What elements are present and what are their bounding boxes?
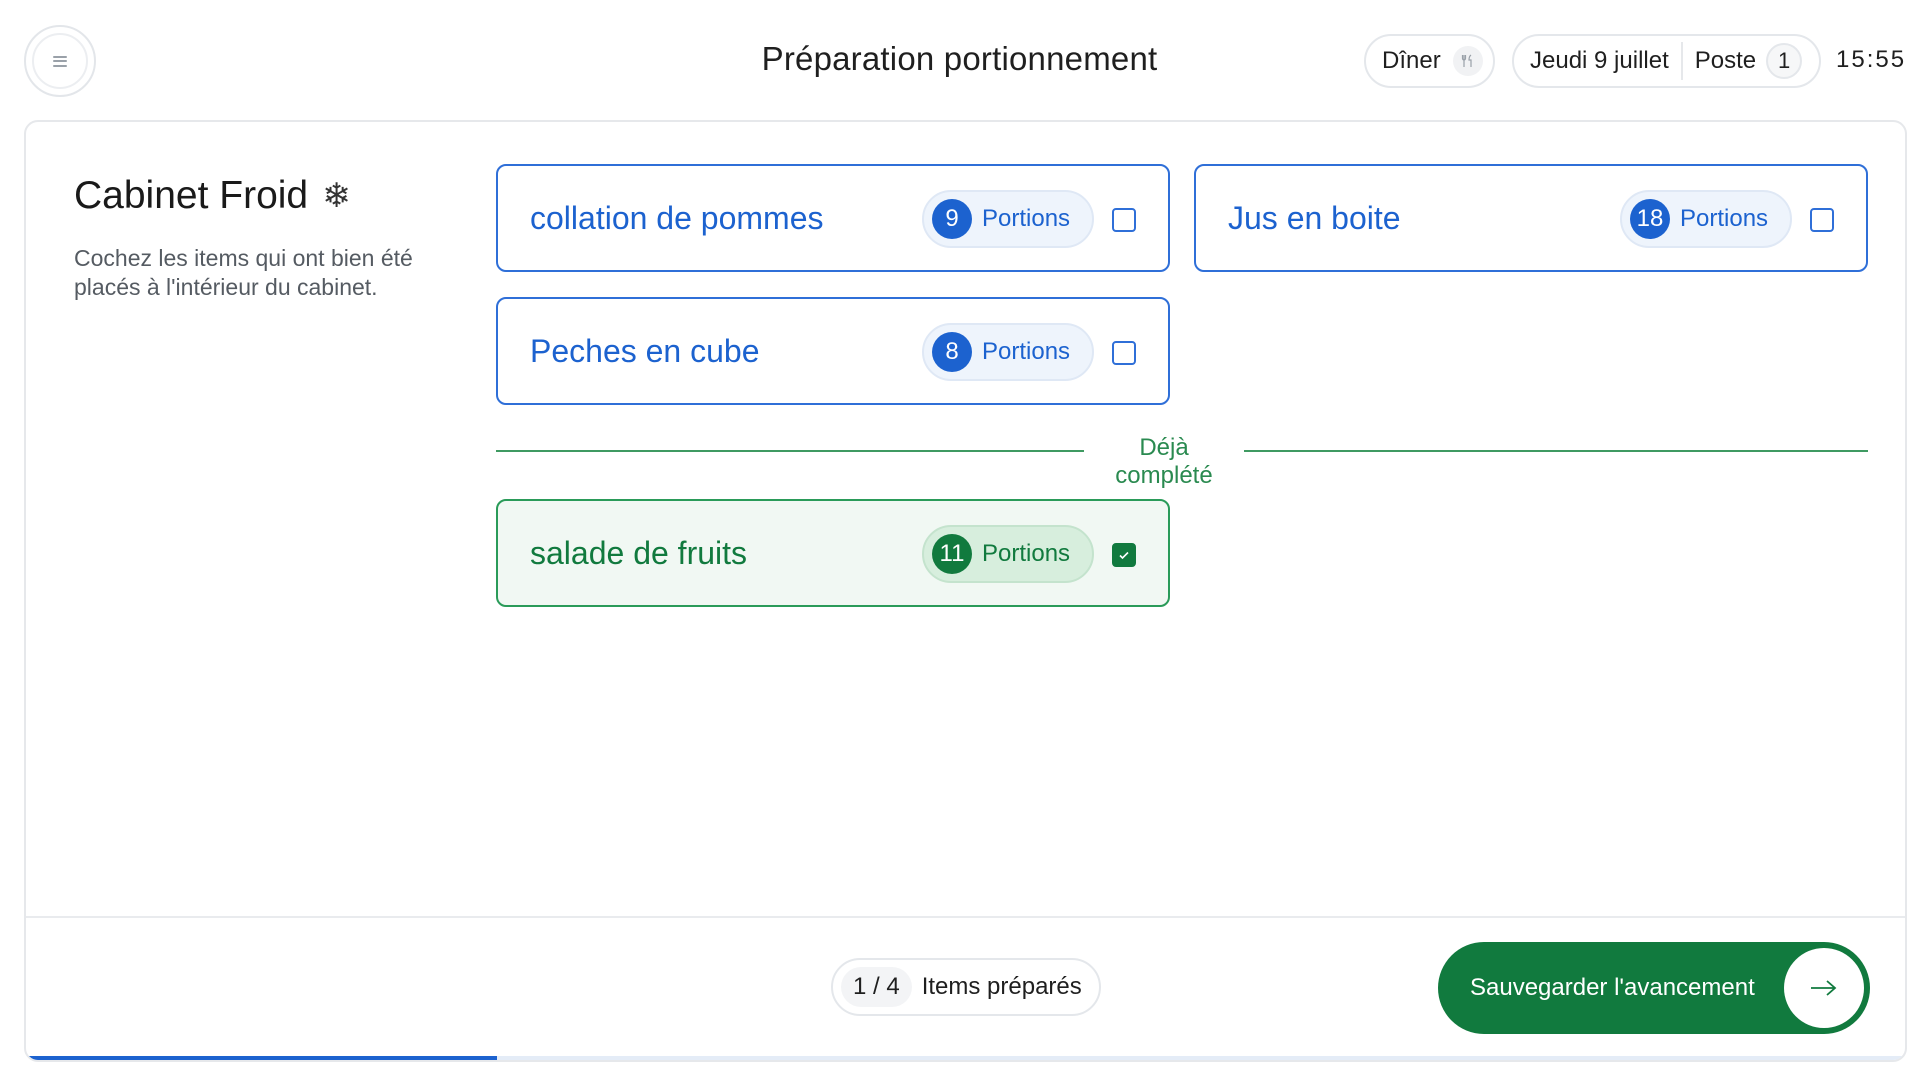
checkmark-icon <box>1119 551 1129 560</box>
date-poste-selector[interactable]: Jeudi 9 juillet Poste 1 <box>1512 34 1821 88</box>
save-progress-button[interactable]: Sauvegarder l'avancement <box>1438 942 1870 1034</box>
meal-label: Dîner <box>1382 47 1441 74</box>
clock: 15:55 <box>1836 46 1907 73</box>
progress-label: Items préparés <box>921 973 1082 1000</box>
item-checkbox[interactable] <box>1810 208 1834 232</box>
item-card-jus-en-boite[interactable]: Jus en boite 18 Portions <box>1194 164 1868 272</box>
completed-divider-label: Déjà complété <box>1115 434 1213 489</box>
portions-count: 8 <box>932 332 972 372</box>
progress-bar <box>26 1056 1905 1060</box>
meal-selector[interactable]: Dîner <box>1364 34 1495 88</box>
divider-line-left <box>496 450 1084 452</box>
date-label: Jeudi 9 juillet <box>1530 47 1669 74</box>
arrow-right-icon <box>1784 948 1864 1028</box>
section-title: Cabinet Froid ❄ <box>74 174 351 218</box>
section-title-text: Cabinet Froid <box>74 174 309 217</box>
item-name: salade de fruits <box>530 535 748 571</box>
save-button-label: Sauvegarder l'avancement <box>1470 974 1755 1001</box>
item-name: Jus en boite <box>1228 200 1401 236</box>
progress-bar-fill <box>26 1056 497 1060</box>
portions-label: Portions <box>982 338 1071 365</box>
portions-badge: 8 Portions <box>922 323 1094 381</box>
poste-label: Poste <box>1694 47 1757 74</box>
item-name: collation de pommes <box>530 200 824 236</box>
portions-badge: 11 Portions <box>922 525 1094 583</box>
portions-badge: 9 Portions <box>922 190 1094 248</box>
item-card-collation-de-pommes[interactable]: collation de pommes 9 Portions <box>496 164 1170 272</box>
pill-divider <box>1680 42 1683 80</box>
progress-summary: 1 / 4 Items préparés <box>831 958 1101 1016</box>
portions-count: 18 <box>1630 199 1670 239</box>
fork-knife-icon <box>1452 46 1483 76</box>
main-card: Cabinet Froid ❄ Cochez les items qui ont… <box>24 120 1907 1062</box>
section-description: Cochez les items qui ont bien été placés… <box>74 245 413 300</box>
progress-count: 1 / 4 <box>841 967 912 1007</box>
item-checkbox-checked[interactable] <box>1112 543 1136 567</box>
item-card-peches-en-cube[interactable]: Peches en cube 8 Portions <box>496 297 1170 405</box>
portions-badge: 18 Portions <box>1620 190 1792 248</box>
snowflake-icon: ❄ <box>322 177 351 215</box>
item-name: Peches en cube <box>530 333 760 369</box>
footer-separator <box>26 916 1905 918</box>
portions-label: Portions <box>982 540 1071 567</box>
portions-count: 9 <box>932 199 972 239</box>
item-card-salade-de-fruits[interactable]: salade de fruits 11 Portions <box>496 499 1170 607</box>
portions-label: Portions <box>982 205 1071 232</box>
divider-line-right <box>1244 450 1868 452</box>
item-checkbox[interactable] <box>1112 341 1136 365</box>
poste-number: 1 <box>1766 43 1803 79</box>
item-checkbox[interactable] <box>1112 208 1136 232</box>
portions-label: Portions <box>1680 205 1769 232</box>
portions-count: 11 <box>932 534 972 574</box>
